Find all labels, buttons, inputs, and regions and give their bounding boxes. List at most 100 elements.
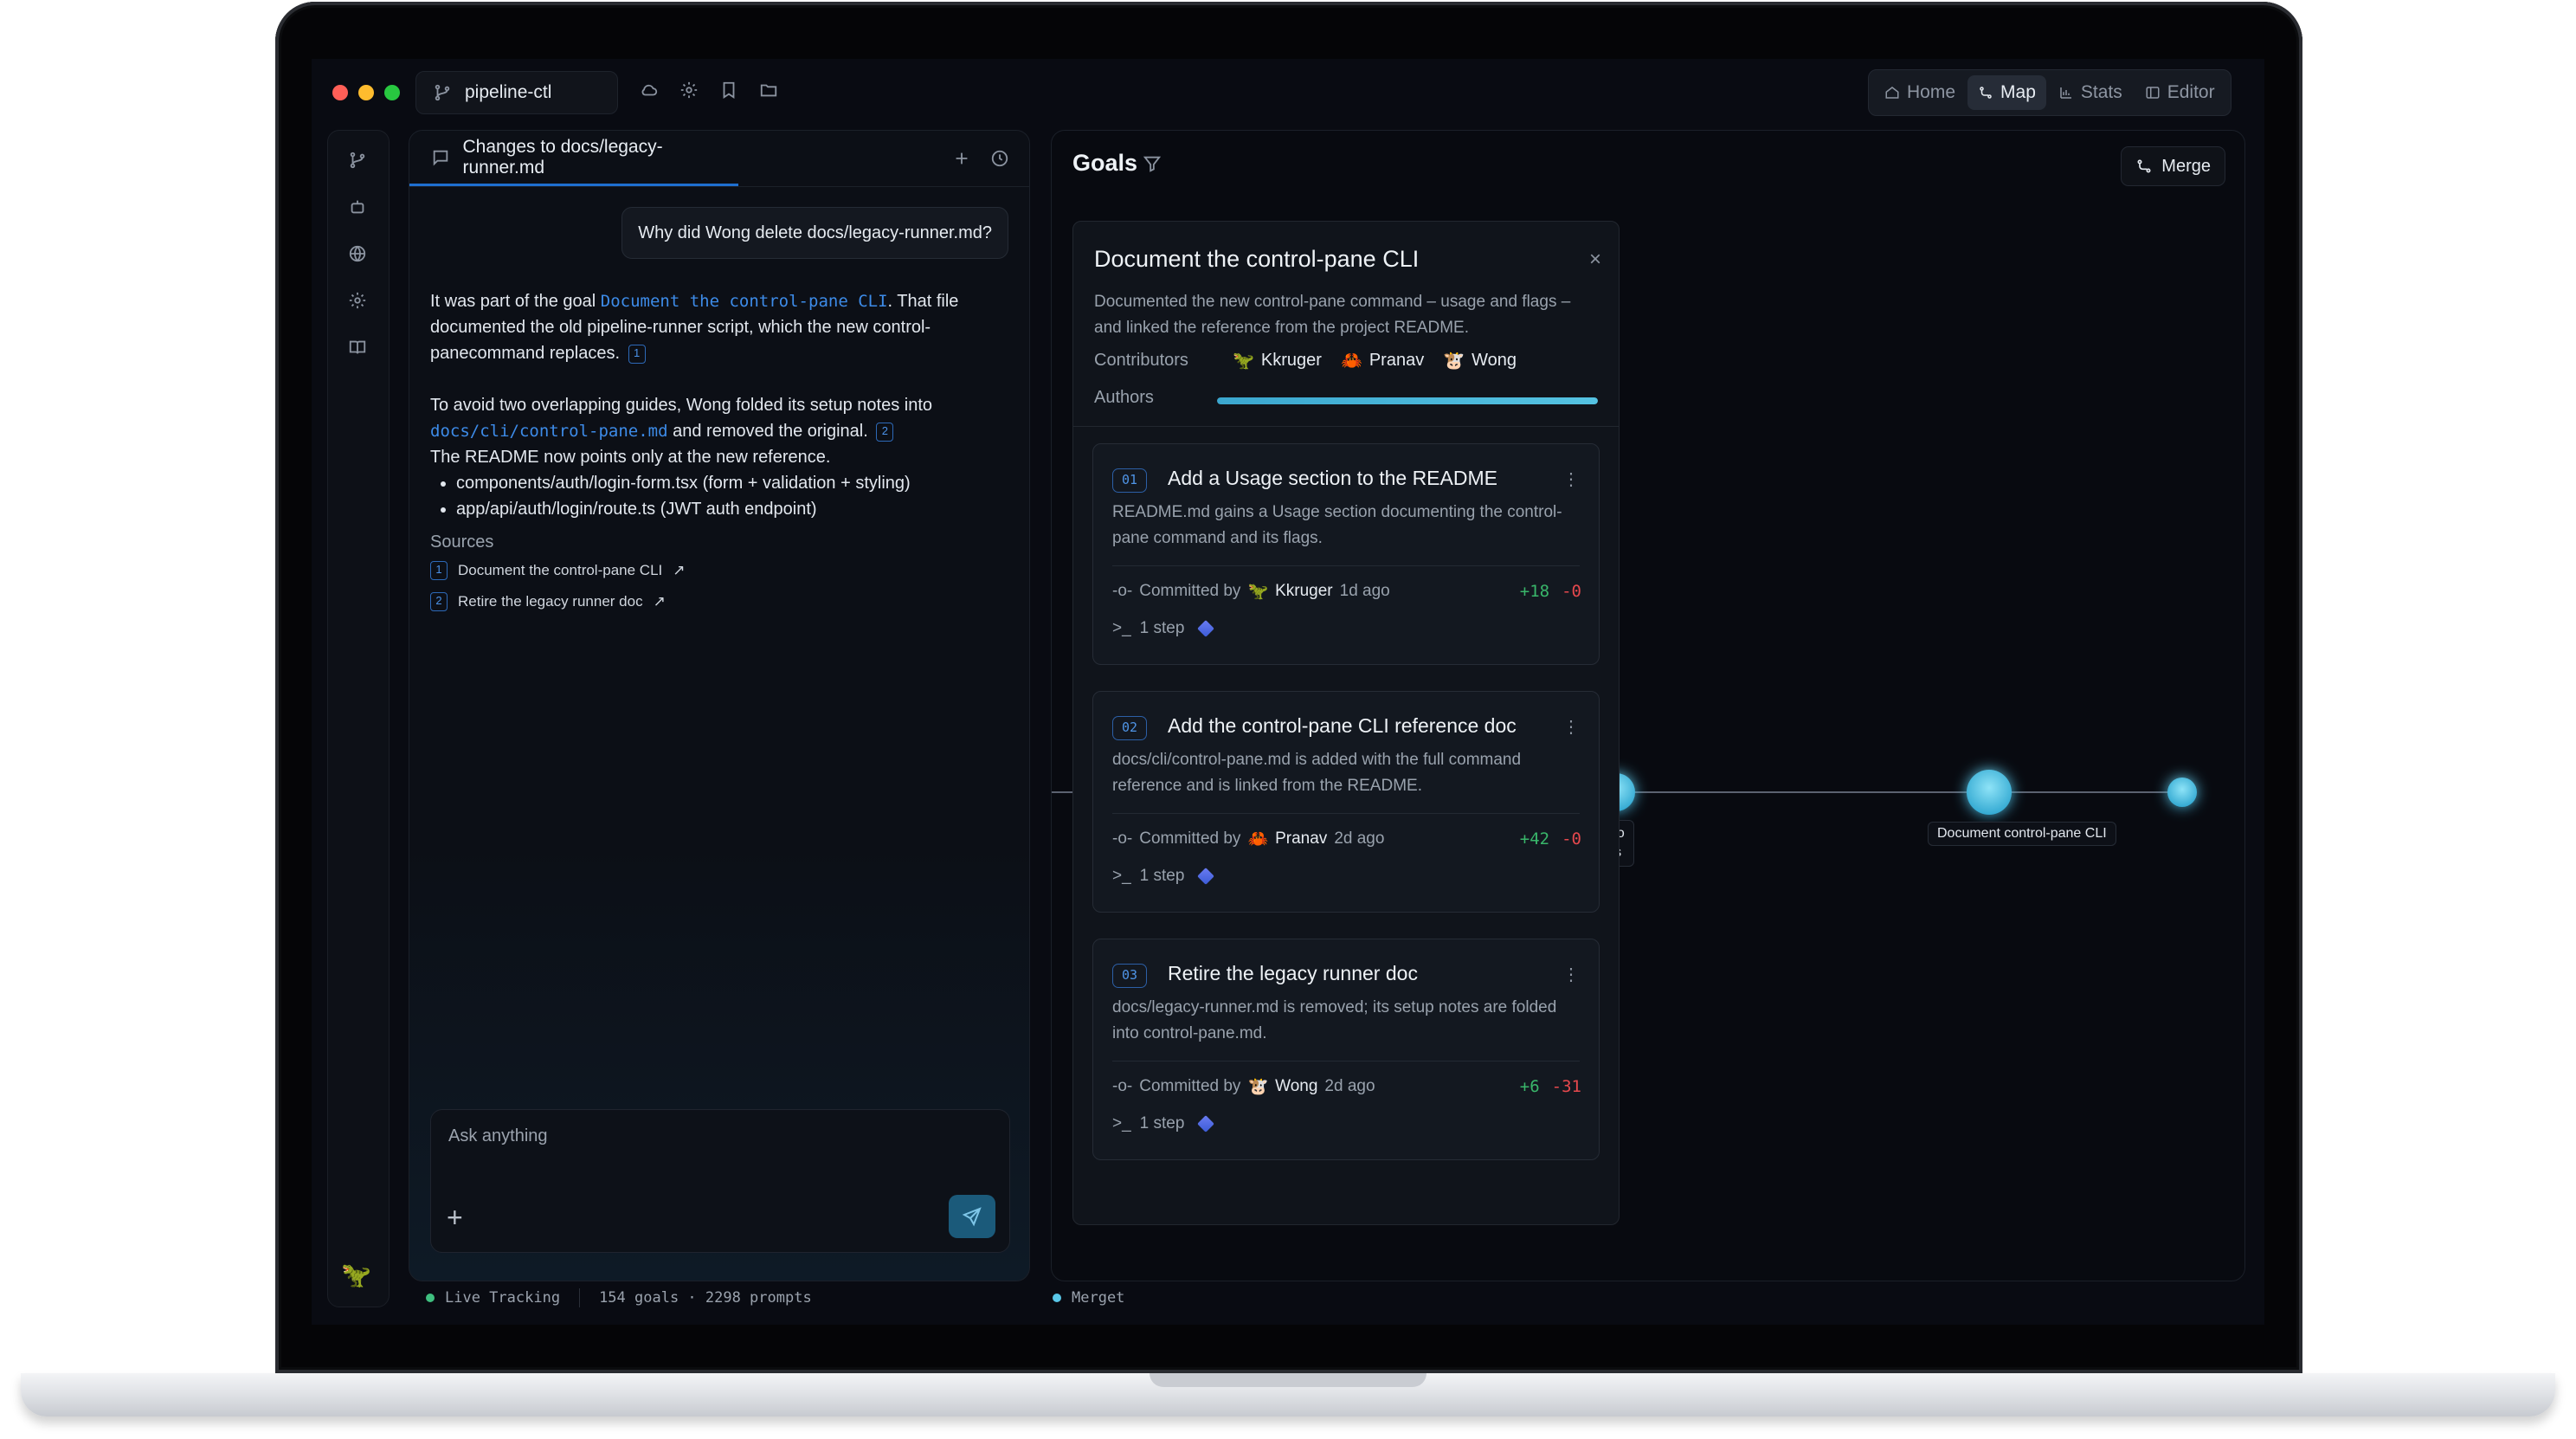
attach-plus-icon[interactable]: + bbox=[447, 1203, 463, 1231]
divider bbox=[1112, 565, 1580, 566]
cloud-icon[interactable] bbox=[639, 80, 660, 100]
citation-badge[interactable]: 2 bbox=[876, 422, 894, 442]
contributor[interactable]: 🦀 Pranav bbox=[1341, 350, 1424, 371]
close-dot[interactable] bbox=[332, 85, 348, 100]
step-count-label: 1 step bbox=[1139, 619, 1185, 637]
settings-icon[interactable] bbox=[347, 290, 368, 311]
plus-icon[interactable] bbox=[951, 148, 972, 169]
close-icon[interactable]: × bbox=[1589, 248, 1601, 272]
commit-author[interactable]: Kkruger bbox=[1275, 582, 1333, 601]
graph-node-selected[interactable] bbox=[1967, 770, 2012, 815]
ask-box: + bbox=[430, 1109, 1010, 1253]
status-live: Live Tracking 154 goals · 2298 prompts bbox=[426, 1283, 812, 1313]
step-title: Retire the legacy runner doc bbox=[1168, 962, 1418, 984]
divider bbox=[1112, 1061, 1580, 1062]
external-link-icon: ↗ bbox=[653, 593, 666, 610]
step-number: 03 bbox=[1112, 964, 1148, 988]
minimize-dot[interactable] bbox=[358, 85, 374, 100]
merget-label: Merget bbox=[1072, 1289, 1125, 1307]
tab-editor[interactable]: Editor bbox=[2135, 75, 2225, 110]
diff-stats: +18 -0 bbox=[1520, 582, 1581, 601]
goal-link[interactable]: Document the control-pane CLI bbox=[601, 292, 888, 311]
maximize-dot[interactable] bbox=[384, 85, 400, 100]
divider bbox=[1112, 813, 1580, 814]
crab-avatar-icon: 🦀 bbox=[1247, 830, 1269, 849]
file-link[interactable]: docs/cli/control-pane.md bbox=[430, 422, 668, 441]
chat-tab-title: Changes to docs/legacy-runner.md bbox=[462, 136, 663, 177]
bookmark-icon[interactable] bbox=[718, 80, 739, 100]
send-button[interactable] bbox=[949, 1195, 995, 1238]
more-icon[interactable]: ⋮ bbox=[1562, 468, 1580, 490]
chat-panel: Changes to docs/legacy-runner.md Why did… bbox=[409, 130, 1030, 1281]
step-count[interactable]: >_ 1 step bbox=[1112, 619, 1215, 638]
step-count[interactable]: >_ 1 step bbox=[1112, 867, 1215, 886]
source-label: Retire the legacy runner doc bbox=[458, 593, 643, 610]
graph-node[interactable] bbox=[2167, 778, 2197, 807]
committed-by-label: Committed by bbox=[1139, 582, 1241, 600]
node-label[interactable]: Document control-pane CLI bbox=[1928, 822, 2116, 846]
book-icon[interactable] bbox=[347, 337, 368, 358]
lines-added: +42 bbox=[1519, 829, 1550, 849]
tab-map[interactable]: Map bbox=[1967, 75, 2046, 110]
lines-removed: -0 bbox=[1562, 582, 1581, 601]
gear-icon[interactable] bbox=[679, 80, 699, 100]
tab-stats[interactable]: Stats bbox=[2048, 75, 2133, 110]
contributor-name: Pranav bbox=[1368, 351, 1425, 370]
step-number: 02 bbox=[1112, 716, 1148, 740]
step-count[interactable]: >_ 1 step bbox=[1112, 1114, 1215, 1133]
commit-time: 2d ago bbox=[1334, 829, 1385, 848]
live-label: Live Tracking bbox=[445, 1289, 561, 1307]
terminal-icon: >_ bbox=[1112, 619, 1131, 637]
diff-stats: +42 -0 bbox=[1520, 829, 1581, 849]
ask-input[interactable] bbox=[447, 1126, 969, 1147]
commit-icon: -o- bbox=[1112, 829, 1133, 848]
source-item[interactable]: 1 Document the control-pane CLI ↗ bbox=[430, 555, 1001, 586]
step-number: 01 bbox=[1112, 468, 1148, 493]
goal-counts: 154 goals · 2298 prompts bbox=[599, 1289, 812, 1307]
chat-header: Changes to docs/legacy-runner.md bbox=[409, 131, 1029, 187]
more-icon[interactable]: ⋮ bbox=[1562, 964, 1580, 985]
more-icon[interactable]: ⋮ bbox=[1562, 716, 1580, 738]
cow-avatar-icon: 🐮 bbox=[1443, 352, 1465, 371]
citation-badge: 1 bbox=[430, 561, 448, 580]
branch-icon[interactable] bbox=[347, 150, 368, 171]
goal-step[interactable]: 01 Add a Usage section to the README ⋮ R… bbox=[1092, 443, 1600, 665]
filter-icon[interactable] bbox=[1142, 153, 1162, 174]
source-item[interactable]: 2 Retire the legacy runner doc ↗ bbox=[430, 586, 1001, 617]
globe-icon[interactable] bbox=[347, 243, 368, 264]
terminal-icon: >_ bbox=[1112, 1114, 1131, 1132]
citation-badge[interactable]: 1 bbox=[628, 344, 646, 364]
folder-icon[interactable] bbox=[758, 80, 779, 100]
branch-icon bbox=[432, 82, 453, 103]
cow-avatar-icon: 🐮 bbox=[1247, 1078, 1269, 1096]
merge-button[interactable]: Merge bbox=[2121, 146, 2225, 186]
commit-icon: -o- bbox=[1112, 582, 1133, 600]
commit-author[interactable]: Wong bbox=[1275, 1077, 1317, 1096]
chat-tab[interactable]: Changes to docs/legacy-runner.md bbox=[409, 131, 738, 186]
repo-selector[interactable]: pipeline-ctl bbox=[415, 71, 618, 114]
list-item: components/auth/login-form.tsx (form + v… bbox=[456, 470, 1001, 496]
answer-text: and removed the original. bbox=[667, 422, 868, 441]
goal-step[interactable]: 03 Retire the legacy runner doc ⋮ docs/l… bbox=[1092, 939, 1600, 1160]
bot-icon[interactable] bbox=[347, 197, 368, 217]
tab-home[interactable]: Home bbox=[1874, 75, 1966, 110]
contributor[interactable]: 🐮 Wong bbox=[1443, 350, 1517, 371]
step-count-label: 1 step bbox=[1139, 867, 1185, 885]
lines-removed: -0 bbox=[1562, 829, 1581, 849]
merge-label: Merge bbox=[2161, 156, 2211, 176]
traffic-lights bbox=[332, 85, 400, 100]
authors-label: Authors bbox=[1094, 388, 1154, 407]
contributor[interactable]: 🦖 Kkruger bbox=[1233, 350, 1322, 371]
goals-panel: -reference to ontract docs Document cont… bbox=[1051, 130, 2245, 1281]
step-description: README.md gains a Usage section document… bbox=[1112, 503, 1562, 547]
tab-home-label: Home bbox=[1907, 82, 1956, 102]
user-avatar[interactable]: 🦖 bbox=[341, 1261, 371, 1289]
goal-step[interactable]: 02 Add the control-pane CLI reference do… bbox=[1092, 691, 1600, 913]
history-icon[interactable] bbox=[989, 148, 1010, 169]
diff-stats: +6 -31 bbox=[1520, 1077, 1581, 1096]
file-list: components/auth/login-form.tsx (form + v… bbox=[430, 470, 1001, 522]
step-description: docs/cli/control-pane.md is added with t… bbox=[1112, 751, 1522, 795]
merge-icon bbox=[2137, 159, 2151, 173]
goal-title: Document the control-pane CLI bbox=[1094, 246, 1420, 272]
commit-author[interactable]: Pranav bbox=[1275, 829, 1327, 849]
